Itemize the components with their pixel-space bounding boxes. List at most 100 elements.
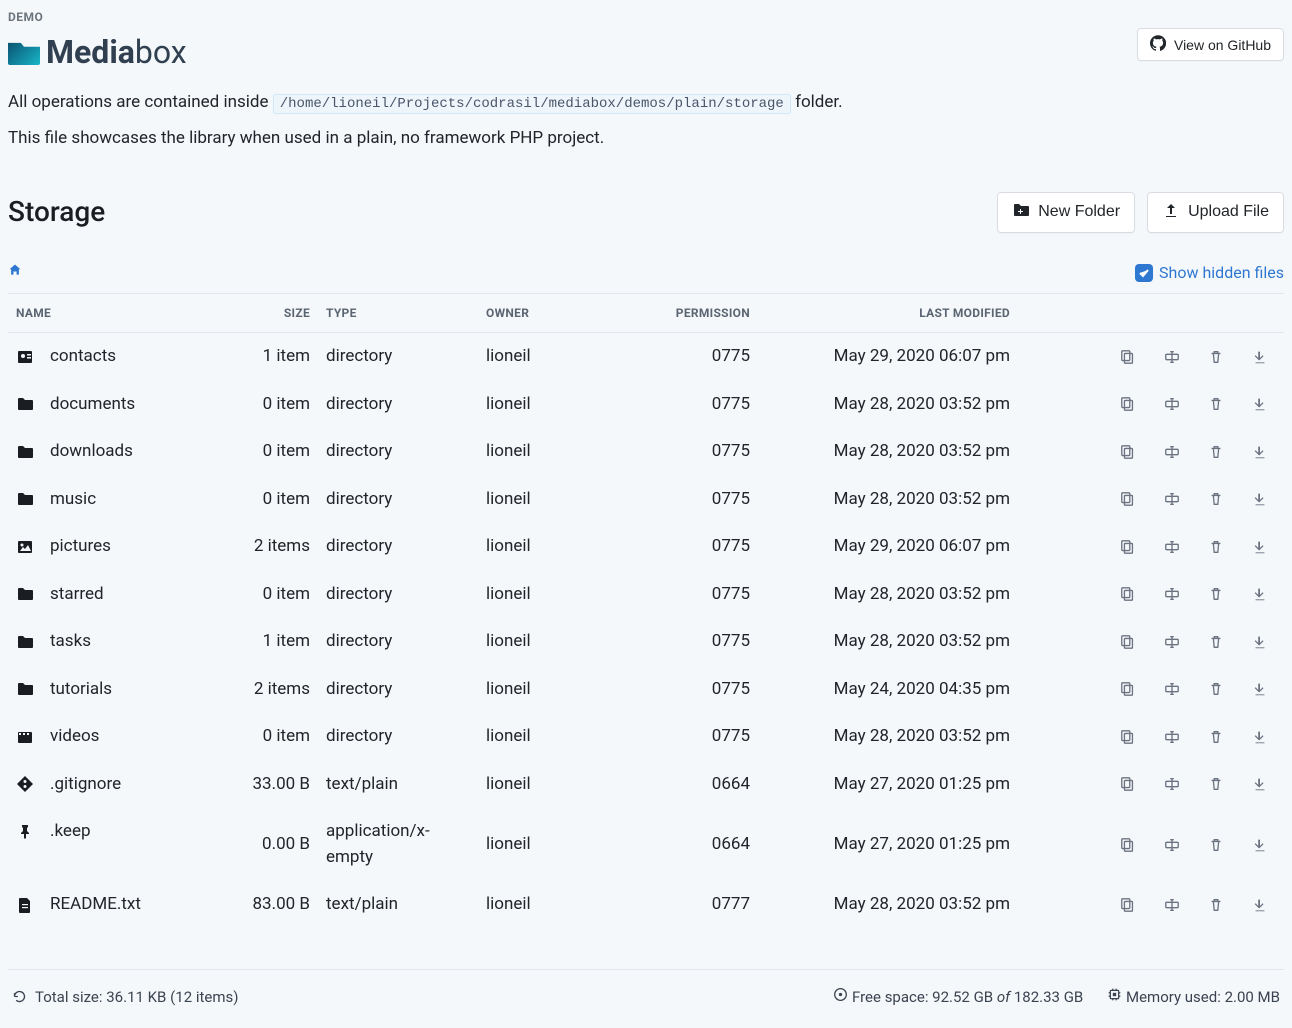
delete-button[interactable] — [1208, 897, 1224, 913]
copy-button[interactable] — [1120, 729, 1136, 745]
delete-button[interactable] — [1208, 837, 1224, 853]
col-permission[interactable]: PERMISSION — [588, 294, 758, 333]
copy-button[interactable] — [1120, 897, 1136, 913]
delete-button[interactable] — [1208, 396, 1224, 412]
table-row[interactable]: pictures 2 items directory lioneil 0775 … — [8, 523, 1284, 571]
show-hidden-toggle[interactable]: Show hidden files — [1135, 261, 1284, 285]
delete-button[interactable] — [1208, 444, 1224, 460]
rename-button[interactable] — [1164, 681, 1180, 697]
table-row[interactable]: downloads 0 item directory lioneil 0775 … — [8, 428, 1284, 476]
file-owner: lioneil — [478, 381, 588, 429]
download-button[interactable] — [1252, 396, 1268, 412]
rename-button[interactable] — [1164, 634, 1180, 650]
download-button[interactable] — [1252, 837, 1268, 853]
rename-button[interactable] — [1164, 776, 1180, 792]
rename-button[interactable] — [1164, 897, 1180, 913]
file-name[interactable]: downloads — [50, 439, 133, 465]
folder-icon — [16, 395, 34, 413]
file-modified: May 28, 2020 03:52 pm — [758, 381, 1018, 429]
file-name[interactable]: pictures — [50, 534, 111, 560]
free-space: Free space: 92.52 GB of 182.33 GB — [833, 986, 1083, 1009]
file-name[interactable]: tutorials — [50, 677, 112, 703]
download-button[interactable] — [1252, 491, 1268, 507]
file-name[interactable]: README.txt — [50, 892, 141, 918]
file-name[interactable]: documents — [50, 392, 135, 418]
delete-button[interactable] — [1208, 776, 1224, 792]
new-folder-button[interactable]: New Folder — [997, 192, 1135, 233]
copy-button[interactable] — [1120, 776, 1136, 792]
download-button[interactable] — [1252, 539, 1268, 555]
download-button[interactable] — [1252, 776, 1268, 792]
col-size[interactable]: SIZE — [238, 294, 318, 333]
breadcrumb-home[interactable] — [8, 263, 22, 284]
file-type: text/plain — [318, 881, 478, 929]
copy-button[interactable] — [1120, 837, 1136, 853]
copy-button[interactable] — [1120, 634, 1136, 650]
refresh-icon[interactable] — [12, 989, 27, 1004]
delete-button[interactable] — [1208, 681, 1224, 697]
copy-button[interactable] — [1120, 396, 1136, 412]
rename-button[interactable] — [1164, 539, 1180, 555]
download-button[interactable] — [1252, 586, 1268, 602]
upload-file-button[interactable]: Upload File — [1147, 192, 1284, 233]
table-row[interactable]: contacts 1 item directory lioneil 0775 M… — [8, 333, 1284, 381]
file-name[interactable]: .gitignore — [50, 772, 121, 798]
view-on-github-button[interactable]: View on GitHub — [1137, 28, 1284, 61]
download-button[interactable] — [1252, 897, 1268, 913]
download-button[interactable] — [1252, 444, 1268, 460]
table-row[interactable]: videos 0 item directory lioneil 0775 May… — [8, 713, 1284, 761]
rename-button[interactable] — [1164, 729, 1180, 745]
file-modified: May 28, 2020 03:52 pm — [758, 618, 1018, 666]
folder-logo-icon — [8, 39, 40, 65]
delete-button[interactable] — [1208, 491, 1224, 507]
storage-title: Storage — [8, 191, 105, 233]
table-row[interactable]: tutorials 2 items directory lioneil 0775… — [8, 666, 1284, 714]
copy-button[interactable] — [1120, 349, 1136, 365]
rename-button[interactable] — [1164, 396, 1180, 412]
download-button[interactable] — [1252, 681, 1268, 697]
table-row[interactable]: README.txt 83.00 B text/plain lioneil 07… — [8, 881, 1284, 929]
table-row[interactable]: starred 0 item directory lioneil 0775 Ma… — [8, 571, 1284, 619]
table-row[interactable]: .gitignore 33.00 B text/plain lioneil 06… — [8, 761, 1284, 809]
table-row[interactable]: music 0 item directory lioneil 0775 May … — [8, 476, 1284, 524]
copy-button[interactable] — [1120, 586, 1136, 602]
copy-button[interactable] — [1120, 681, 1136, 697]
copy-button[interactable] — [1120, 444, 1136, 460]
table-row[interactable]: tasks 1 item directory lioneil 0775 May … — [8, 618, 1284, 666]
col-owner[interactable]: OWNER — [478, 294, 588, 333]
table-row[interactable]: documents 0 item directory lioneil 0775 … — [8, 381, 1284, 429]
rename-button[interactable] — [1164, 837, 1180, 853]
delete-button[interactable] — [1208, 729, 1224, 745]
file-icon — [16, 896, 34, 914]
file-name[interactable]: .keep — [50, 819, 91, 845]
file-permission: 0777 — [588, 881, 758, 929]
col-type[interactable]: TYPE — [318, 294, 478, 333]
file-permission: 0664 — [588, 761, 758, 809]
file-size: 0 item — [238, 476, 318, 524]
download-button[interactable] — [1252, 729, 1268, 745]
delete-button[interactable] — [1208, 539, 1224, 555]
file-name[interactable]: videos — [50, 724, 99, 750]
file-name[interactable]: contacts — [50, 344, 116, 370]
copy-button[interactable] — [1120, 491, 1136, 507]
rename-button[interactable] — [1164, 349, 1180, 365]
image-icon — [16, 538, 34, 556]
file-size: 2 items — [238, 523, 318, 571]
rename-button[interactable] — [1164, 444, 1180, 460]
rename-button[interactable] — [1164, 586, 1180, 602]
file-name[interactable]: starred — [50, 582, 104, 608]
folder-icon — [16, 633, 34, 651]
file-name[interactable]: music — [50, 487, 96, 513]
col-last-modified[interactable]: LAST MODIFIED — [758, 294, 1018, 333]
delete-button[interactable] — [1208, 349, 1224, 365]
file-type: directory — [318, 523, 478, 571]
delete-button[interactable] — [1208, 634, 1224, 650]
delete-button[interactable] — [1208, 586, 1224, 602]
copy-button[interactable] — [1120, 539, 1136, 555]
rename-button[interactable] — [1164, 491, 1180, 507]
file-name[interactable]: tasks — [50, 629, 91, 655]
download-button[interactable] — [1252, 349, 1268, 365]
download-button[interactable] — [1252, 634, 1268, 650]
table-row[interactable]: .keep 0.00 B application/x-empty lioneil… — [8, 808, 1284, 881]
col-name[interactable]: NAME — [8, 294, 238, 333]
